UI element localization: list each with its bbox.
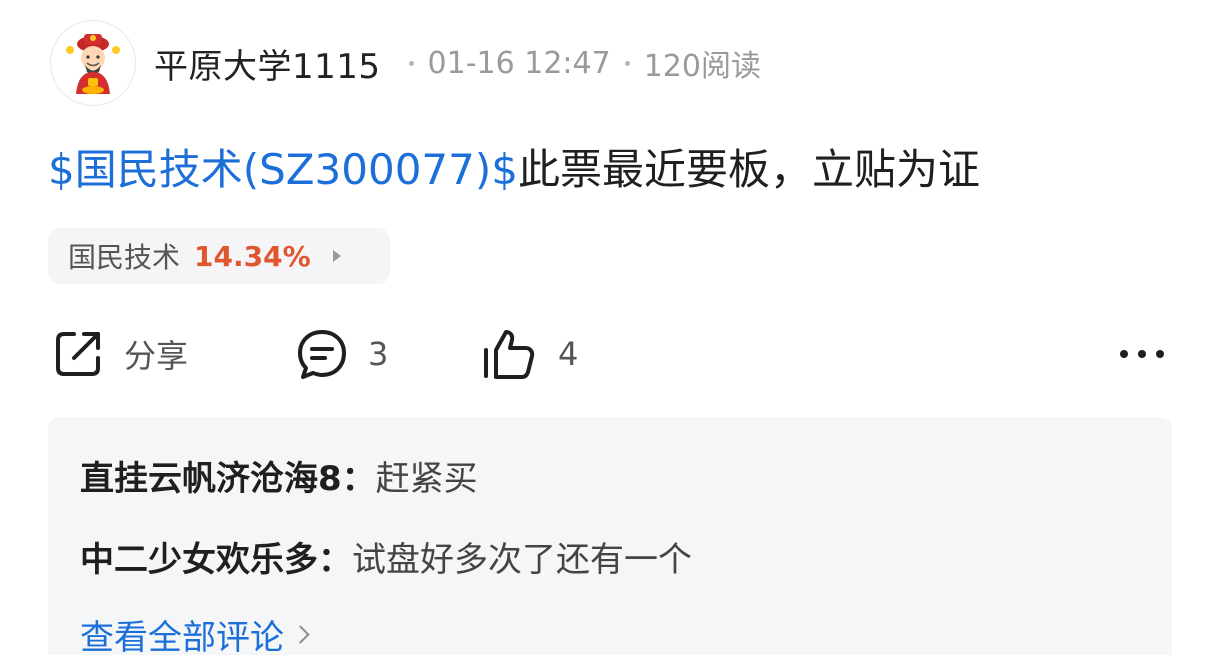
comment-text: 试盘好多次了还有一个 <box>352 540 692 580</box>
like-button[interactable]: 4 <box>480 322 578 386</box>
post-content: $国民技术(SZ300077)$此票最近要板，立贴为证 <box>48 140 980 200</box>
comment-count: 3 <box>368 335 389 373</box>
post-header: 平原大学1115 01-16 12:47 120阅读 <box>50 20 761 106</box>
chevron-right-icon <box>291 625 310 644</box>
more-button[interactable] <box>1118 322 1166 386</box>
comment-author[interactable]: 直挂云帆济沧海8： <box>80 459 376 499</box>
share-label: 分享 <box>124 337 189 375</box>
like-count: 4 <box>558 335 579 373</box>
post-time: 01-16 12:47 <box>427 45 611 81</box>
share-button[interactable]: 分享 <box>50 322 188 386</box>
stock-chip-change: 14.34% <box>194 239 311 273</box>
read-count: 120阅读 <box>643 49 761 84</box>
comment-author[interactable]: 中二少女欢乐多： <box>80 540 352 580</box>
thumbs-up-icon <box>484 330 535 379</box>
stock-link[interactable]: $国民技术(SZ300077)$ <box>48 145 518 194</box>
comment-item[interactable]: 中二少女欢乐多：试盘好多次了还有一个 <box>80 532 692 581</box>
fortune-god-avatar-icon <box>66 34 120 94</box>
view-all-comments-link[interactable]: 查看全部评论 <box>80 610 310 655</box>
comment-text: 赶紧买 <box>375 459 478 499</box>
stock-chip[interactable]: 国民技术 14.34% <box>48 228 390 284</box>
post-meta: 01-16 12:47 120阅读 <box>395 41 761 85</box>
separator-dot <box>408 60 414 66</box>
comments-preview: 直挂云帆济沧海8：赶紧买 中二少女欢乐多：试盘好多次了还有一个 查看全部评论 <box>48 417 1172 655</box>
chevron-right-icon <box>332 250 341 262</box>
more-icon <box>1120 350 1164 358</box>
comment-button[interactable]: 3 <box>294 322 388 386</box>
action-bar: 分享 3 4 <box>50 322 1170 386</box>
comment-icon <box>298 330 346 379</box>
separator-dot <box>624 60 630 66</box>
avatar[interactable] <box>50 20 136 106</box>
stock-chip-name: 国民技术 <box>68 241 181 274</box>
comment-item[interactable]: 直挂云帆济沧海8：赶紧买 <box>80 451 478 500</box>
post-text: 此票最近要板，立贴为证 <box>517 145 980 194</box>
post-card: 平原大学1115 01-16 12:47 120阅读 $国民技术(SZ30007… <box>0 0 1219 655</box>
view-all-label: 查看全部评论 <box>80 618 284 655</box>
share-icon <box>56 332 100 376</box>
author-name[interactable]: 平原大学1115 <box>154 39 381 88</box>
